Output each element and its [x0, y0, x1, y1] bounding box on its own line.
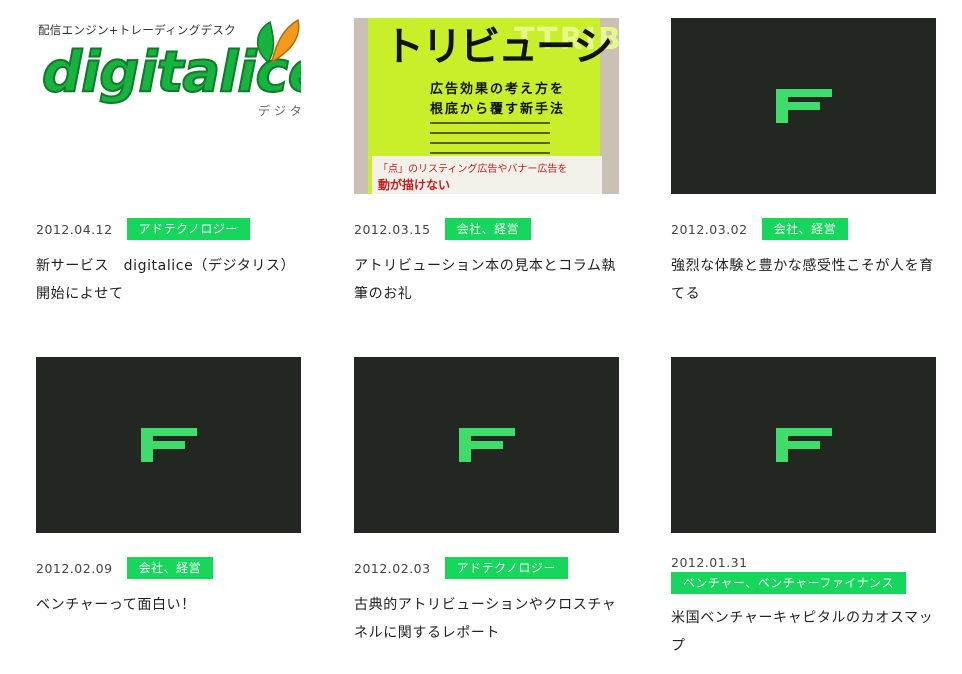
category-tag[interactable]: 会社、経営 [444, 218, 532, 240]
post-meta: 2012.02.03 アドテクノロジー [354, 557, 619, 579]
category-tag[interactable]: アドテクノロジー [126, 218, 250, 240]
post-card: 2012.01.31 ベンチャー、ベンチャーファイナンス 米国ベンチャーキャピタ… [671, 357, 936, 660]
category-tag[interactable]: アドテクノロジー [444, 557, 568, 579]
post-card: 配信エンジン+トレーディングデスク digitalice デジタ 2012.04… [36, 18, 301, 308]
post-thumbnail[interactable] [671, 18, 936, 194]
post-card: 2012.02.03 アドテクノロジー 古典的アトリビューションやクロスチャネル… [354, 357, 619, 647]
post-date: 2012.01.31 [671, 555, 748, 570]
post-card: TTRIBUT トリビューシ 広告効果の考え方を 根底から覆す新手法 「点」のリ… [354, 18, 619, 308]
logo-subtitle: 配信エンジン+トレーディングデスク [38, 23, 236, 37]
post-meta: 2012.01.31 ベンチャー、ベンチャーファイナンス [671, 555, 936, 594]
f-logo-icon [775, 428, 832, 462]
post-title[interactable]: アトリビューション本の見本とコラム執筆のお礼 [354, 252, 619, 308]
post-meta: 2012.03.02 会社、経営 [671, 218, 936, 240]
post-thumbnail[interactable]: TTRIBUT トリビューシ 広告効果の考え方を 根底から覆す新手法 「点」のリ… [354, 18, 619, 194]
book-subtitle: 広告効果の考え方を [430, 82, 566, 97]
post-title[interactable]: 新サービス digitalice（デジタリス）開始によせて [36, 252, 301, 308]
post-thumbnail[interactable] [36, 357, 301, 533]
book-band-text: 「点」のリスティング広告やバナー広告を [378, 164, 568, 175]
post-date: 2012.02.09 [36, 560, 113, 576]
post-grid: 配信エンジン+トレーディングデスク digitalice デジタ 2012.04… [0, 0, 962, 674]
f-logo-icon [775, 89, 832, 123]
post-title[interactable]: ベンチャーって面白い！ [36, 591, 301, 619]
leaf-icon [257, 18, 300, 64]
post-date: 2012.03.02 [671, 221, 748, 237]
post-title[interactable]: 古典的アトリビューションやクロスチャネルに関するレポート [354, 591, 619, 647]
f-logo-icon [458, 428, 515, 462]
post-meta: 2012.03.15 会社、経営 [354, 218, 619, 240]
category-tag[interactable]: ベンチャー、ベンチャーファイナンス [671, 572, 906, 594]
post-date: 2012.04.12 [36, 221, 113, 237]
post-title[interactable]: 強烈な体験と豊かな感受性こそが人を育てる [671, 252, 936, 308]
post-card: 2012.03.02 会社、経営 強烈な体験と豊かな感受性こそが人を育てる [671, 18, 936, 308]
book-subtitle: 根底から覆す新手法 [430, 102, 566, 117]
post-card: 2012.02.09 会社、経営 ベンチャーって面白い！ [36, 357, 301, 619]
post-meta: 2012.02.09 会社、経営 [36, 557, 301, 579]
post-thumbnail[interactable]: 配信エンジン+トレーディングデスク digitalice デジタ [36, 18, 301, 194]
post-meta: 2012.04.12 アドテクノロジー [36, 218, 301, 240]
post-date: 2012.02.03 [354, 560, 431, 576]
category-tag[interactable]: 会社、経営 [761, 218, 849, 240]
logo-kana: デジタ [258, 104, 301, 118]
f-logo-icon [140, 428, 197, 462]
category-tag[interactable]: 会社、経営 [126, 557, 214, 579]
post-thumbnail[interactable] [671, 357, 936, 533]
post-date: 2012.03.15 [354, 221, 431, 237]
book-title: トリビューシ [384, 24, 613, 70]
post-title[interactable]: 米国ベンチャーキャピタルのカオスマップ [671, 604, 936, 660]
post-thumbnail[interactable] [354, 357, 619, 533]
book-band-text: 動が描けない [378, 178, 451, 192]
